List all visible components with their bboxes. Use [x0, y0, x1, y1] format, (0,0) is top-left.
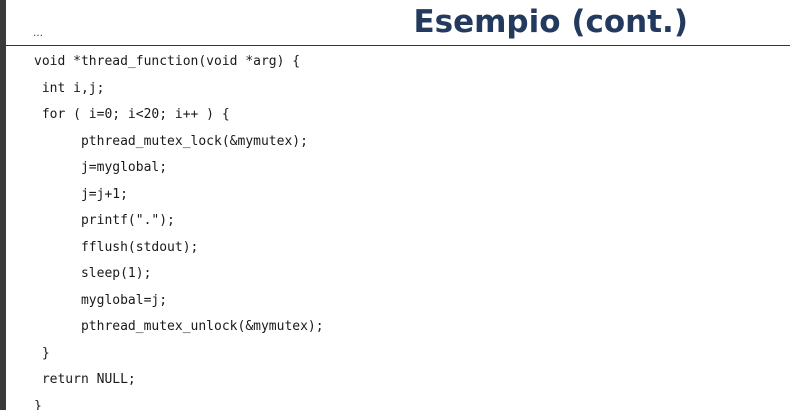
continuation-ellipsis: … [33, 28, 43, 39]
left-accent-bar [0, 0, 6, 410]
code-line: } [34, 345, 50, 361]
slide: … Esempio (cont.) void *thread_function(… [0, 0, 790, 410]
code-line: void *thread_function(void *arg) { [34, 54, 301, 69]
code-line: pthread_mutex_lock(&mymutex); [34, 133, 308, 149]
code-line: j=myglobal; [34, 160, 168, 175]
code-line: sleep(1); [34, 266, 152, 281]
code-line: j=j+1; [34, 186, 128, 202]
code-line: fflush(stdout); [34, 239, 199, 255]
code-line: pthread_mutex_unlock(&mymutex); [34, 319, 324, 334]
title-divider [6, 45, 790, 46]
slide-title: Esempio (cont.) [413, 4, 688, 40]
code-line: } [34, 398, 42, 410]
code-line: printf("."); [34, 213, 175, 228]
code-block: void *thread_function(void *arg) { int i… [34, 49, 324, 410]
code-line: for ( i=0; i<20; i++ ) { [34, 107, 230, 122]
code-line: return NULL; [34, 372, 136, 387]
code-line: myglobal=j; [34, 292, 168, 308]
code-line: int i,j; [34, 80, 105, 96]
